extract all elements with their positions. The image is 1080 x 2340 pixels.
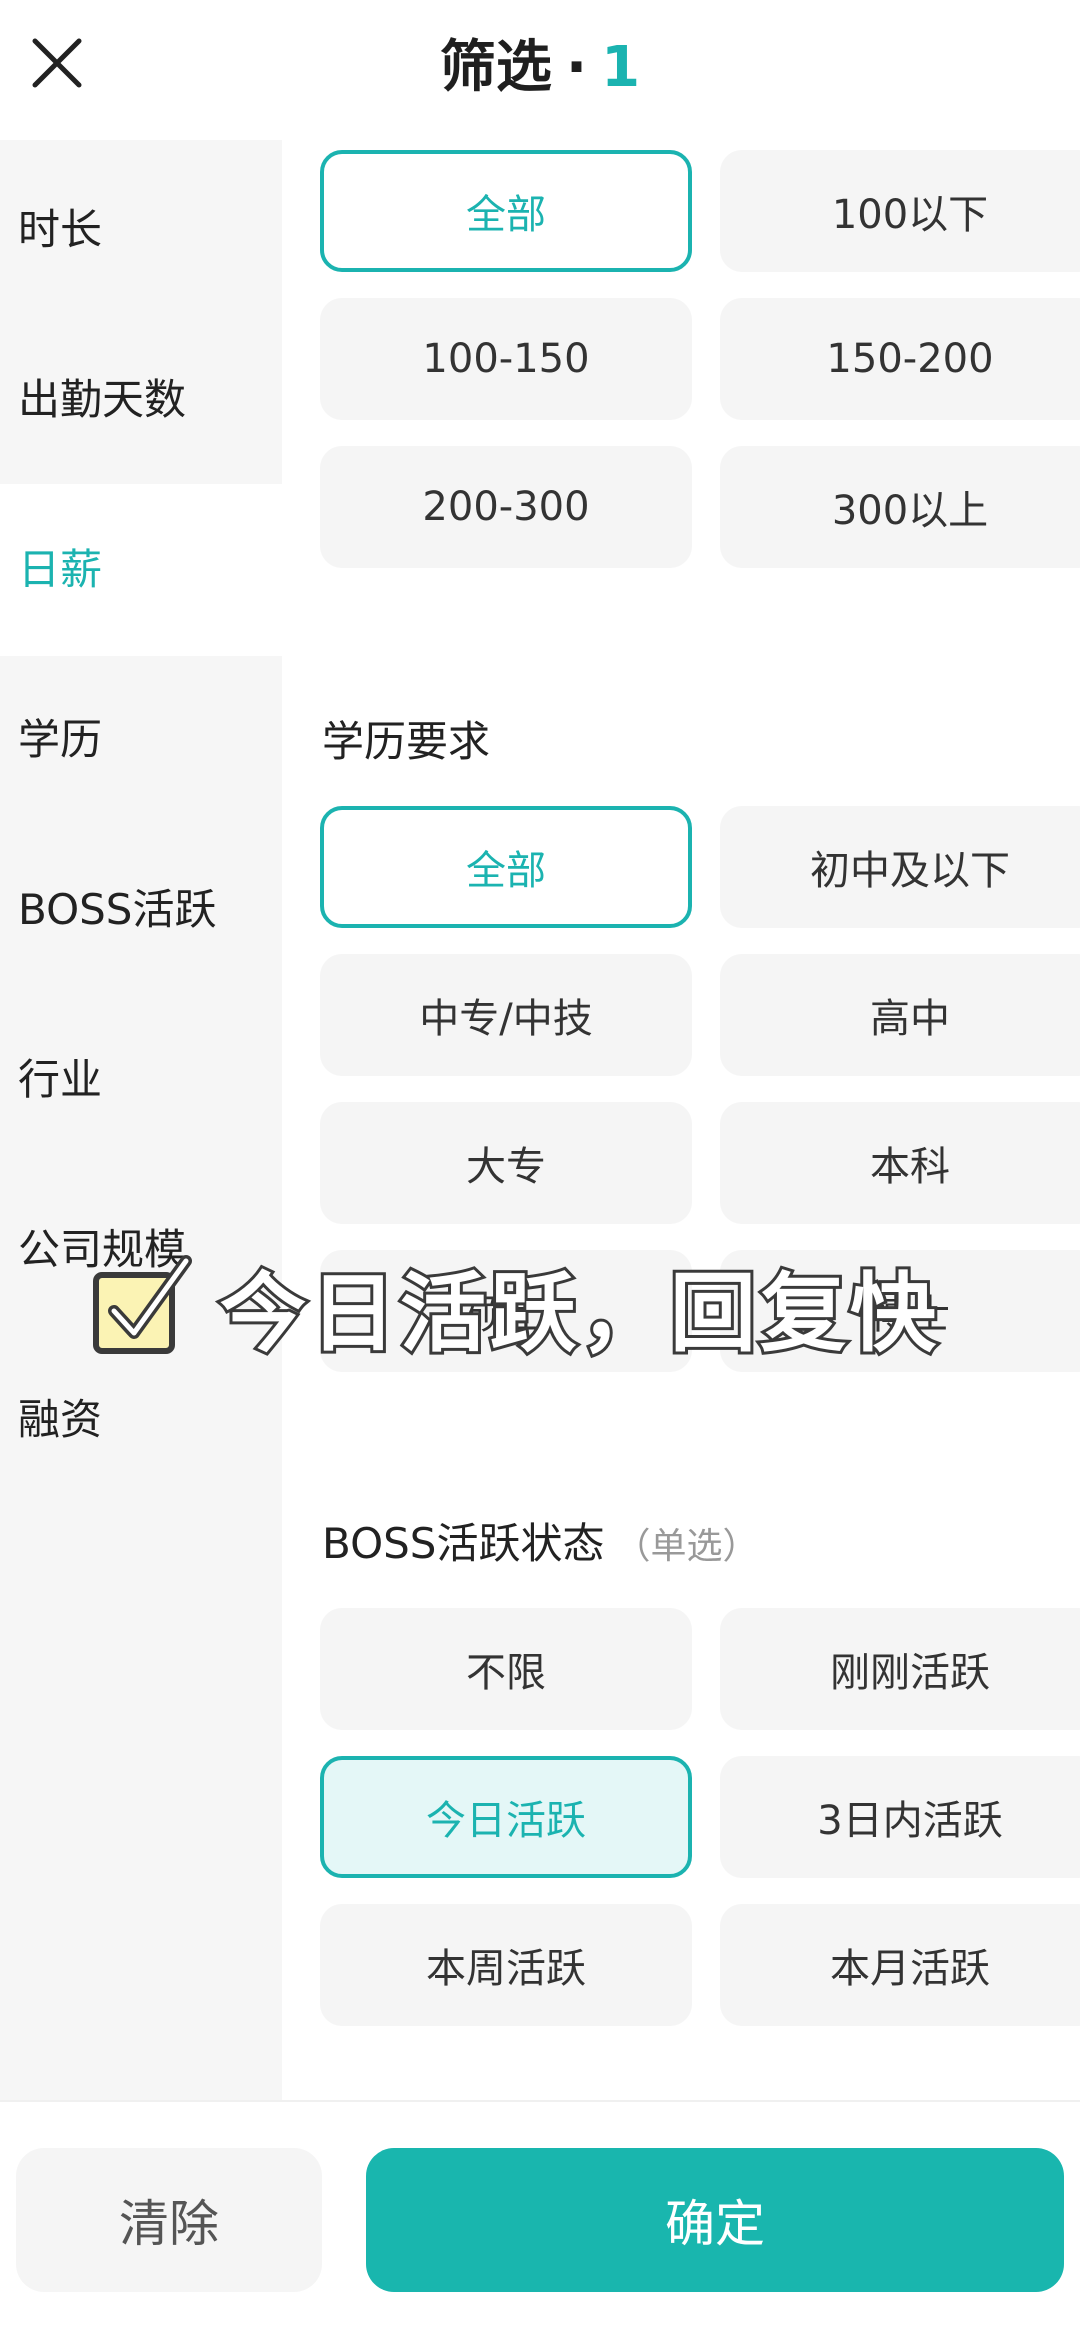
salary-option-under-100[interactable]: 100以下: [720, 150, 1080, 272]
sidebar-item-industry[interactable]: 行业: [18, 1050, 102, 1110]
footer-bar: 清除 确定: [0, 2100, 1080, 2340]
sidebar-item-attendance-days[interactable]: 出勤天数: [18, 370, 186, 430]
education-section-title: 学历要求: [322, 708, 490, 769]
title-dot: ·: [565, 35, 588, 100]
checkbox-checked-icon: [90, 1253, 194, 1357]
clear-button[interactable]: 清除: [16, 2148, 322, 2292]
header: 筛选 · 1: [0, 0, 1080, 130]
boss-active-option-3-days[interactable]: 3日内活跃: [720, 1756, 1080, 1878]
filter-options-panel: 全部 100以下 100-150 150-200 200-300 300以上 学…: [282, 130, 1080, 2100]
salary-option-over-300[interactable]: 300以上: [720, 446, 1080, 568]
filter-count-badge: 1: [601, 35, 641, 100]
single-select-hint: （单选）: [614, 1526, 759, 1567]
sidebar-item-daily-salary[interactable]: 日薪: [18, 540, 102, 600]
sidebar-item-boss-active[interactable]: BOSS活跃: [18, 880, 216, 940]
caption-text: 今日活跃，回复快: [217, 1261, 940, 1367]
salary-option-150-200[interactable]: 150-200: [720, 298, 1080, 420]
boss-active-section-title: BOSS活跃状态 （单选）: [322, 1510, 758, 1571]
salary-option-200-300[interactable]: 200-300: [320, 446, 692, 568]
sidebar-item-duration[interactable]: 时长: [18, 200, 102, 260]
education-option-junior-high[interactable]: 初中及以下: [720, 806, 1080, 928]
education-section-title-text: 学历要求: [322, 717, 491, 766]
boss-active-option-just-now[interactable]: 刚刚活跃: [720, 1608, 1080, 1730]
sidebar-item-financing[interactable]: 融资: [18, 1390, 102, 1450]
education-option-college[interactable]: 大专: [320, 1102, 692, 1224]
education-option-all[interactable]: 全部: [320, 806, 692, 928]
boss-active-option-this-week[interactable]: 本周活跃: [320, 1904, 692, 2026]
sidebar-item-education[interactable]: 学历: [18, 710, 102, 770]
boss-active-option-this-month[interactable]: 本月活跃: [720, 1904, 1080, 2026]
page-title: 筛选 · 1: [0, 22, 1080, 103]
education-option-vocational[interactable]: 中专/中技: [320, 954, 692, 1076]
salary-option-all[interactable]: 全部: [320, 150, 692, 272]
education-option-bachelor[interactable]: 本科: [720, 1102, 1080, 1224]
page-title-text: 筛选: [439, 35, 552, 100]
boss-active-option-any[interactable]: 不限: [320, 1608, 692, 1730]
boss-active-section-title-text: BOSS活跃状态: [322, 1519, 605, 1568]
education-option-high-school[interactable]: 高中: [720, 954, 1080, 1076]
filter-category-sidebar: 时长 出勤天数 日薪 学历 BOSS活跃 行业 公司规模 融资: [0, 140, 282, 2100]
caption-overlay: 今日活跃，回复快: [90, 1240, 950, 1370]
boss-active-option-today[interactable]: 今日活跃: [320, 1756, 692, 1878]
confirm-button[interactable]: 确定: [366, 2148, 1064, 2292]
salary-option-100-150[interactable]: 100-150: [320, 298, 692, 420]
